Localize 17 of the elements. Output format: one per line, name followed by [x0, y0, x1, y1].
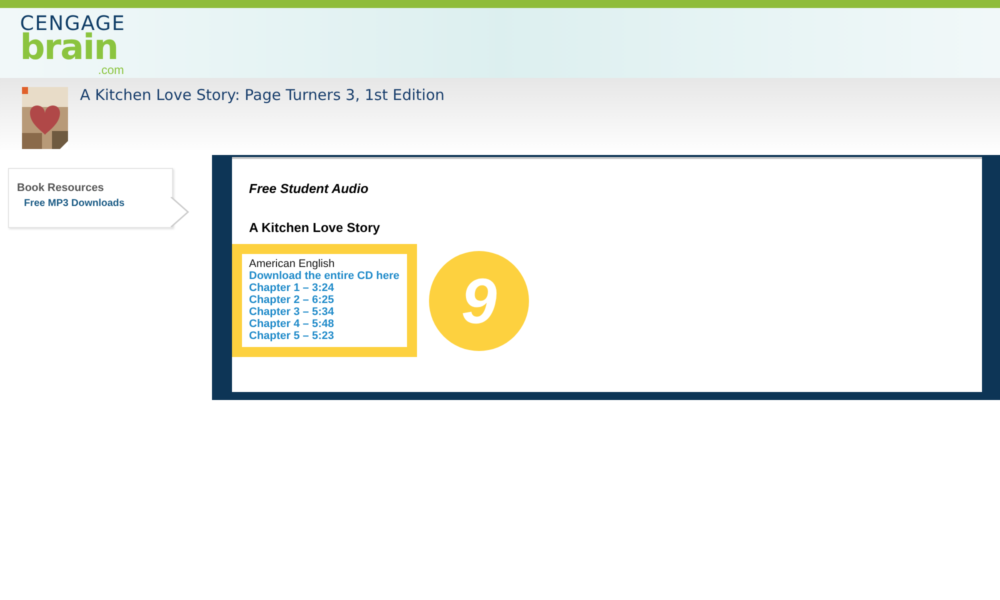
section-title: Free Student Audio: [249, 181, 370, 196]
logo-domain: .com: [98, 64, 124, 76]
logo-wordmark-top: CENGAGE: [20, 13, 126, 33]
audio-link[interactable]: Chapter 4 – 5:48: [249, 318, 407, 330]
audio-link[interactable]: Chapter 3 – 5:34: [249, 306, 407, 318]
language-label: American English: [249, 258, 336, 270]
story-title: A Kitchen Love Story: [249, 220, 381, 235]
audio-link[interactable]: Chapter 2 – 6:25: [249, 294, 407, 306]
audio-link[interactable]: Download the entire CD here: [249, 270, 407, 282]
logo[interactable]: CENGAGE brain .com: [20, 8, 126, 76]
audio-link[interactable]: Chapter 5 – 5:23: [249, 330, 407, 342]
audio-link[interactable]: Chapter 1 – 3:24: [249, 282, 407, 294]
book-title: A Kitchen Love Story: Page Turners 3, 1st Edition: [80, 86, 445, 104]
step-number-badge: 9: [429, 250, 529, 350]
sidebar-heading: Book Resources: [17, 182, 105, 194]
sidebar-link[interactable]: Free MP3 Downloads: [17, 198, 164, 209]
logo-wordmark: brain: [20, 33, 118, 64]
